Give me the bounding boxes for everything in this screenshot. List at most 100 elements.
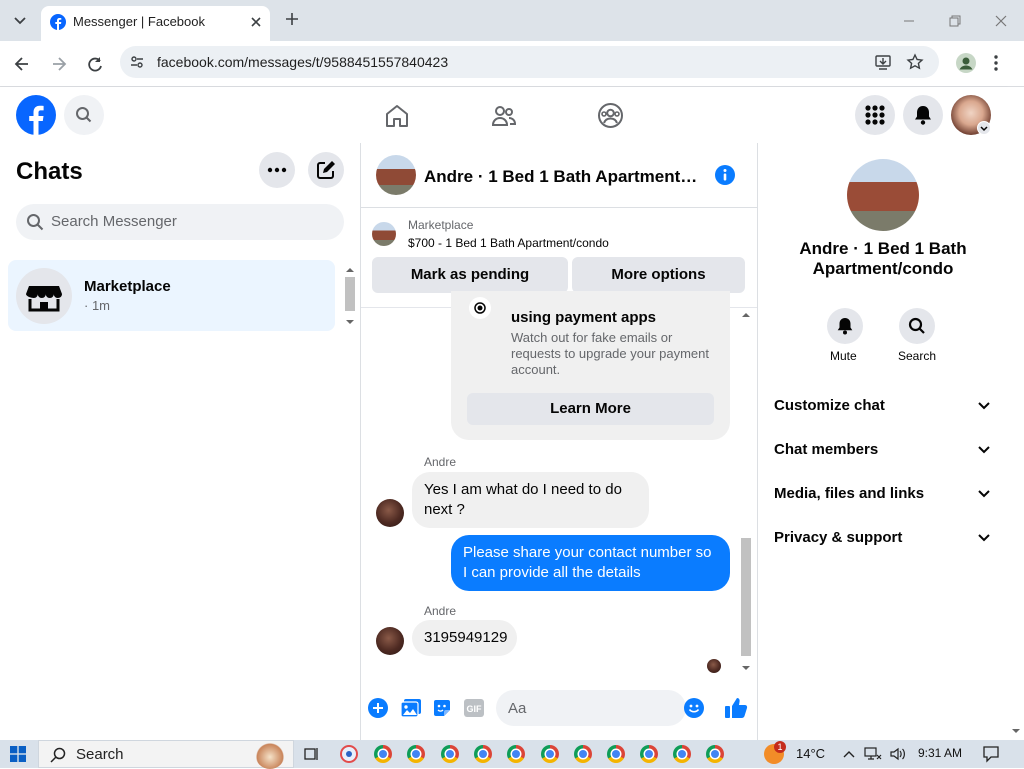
chat-list-item-marketplace[interactable]: Marketplace · 1m [8, 260, 335, 331]
thumbs-up-icon[interactable] [724, 697, 748, 719]
media-files-links-section[interactable]: Media, files and links [774, 485, 924, 502]
chrome-taskbar-icon[interactable] [407, 745, 425, 763]
chevron-down-icon[interactable] [977, 487, 991, 501]
windows-start-icon[interactable] [10, 746, 26, 762]
search-conversation-button[interactable] [899, 308, 935, 344]
groups-nav-icon[interactable] [597, 102, 624, 129]
search-label: Search [898, 349, 937, 363]
chevron-down-icon[interactable] [977, 443, 991, 457]
listing-thumbnail [372, 222, 396, 246]
install-app-icon[interactable] [874, 53, 892, 71]
marketplace-label: Marketplace [408, 218, 474, 232]
search-icon [76, 107, 92, 123]
conversation-name[interactable]: Andre · 1 Bed 1 Bath Apartment/condo [424, 167, 699, 187]
browser-tab[interactable]: Messenger | Facebook [41, 6, 270, 41]
customize-chat-section[interactable]: Customize chat [774, 397, 885, 414]
task-view-icon[interactable] [304, 746, 320, 762]
message-input-placeholder: Aa [508, 700, 527, 717]
close-tab-icon[interactable] [249, 15, 263, 29]
chrome-taskbar-icon[interactable] [441, 745, 459, 763]
attach-photo-icon[interactable] [400, 698, 422, 718]
bookmark-star-icon[interactable] [906, 53, 924, 71]
minimize-icon[interactable] [900, 12, 918, 30]
menu-button[interactable] [855, 95, 895, 135]
chrome-taskbar-icon[interactable] [673, 745, 691, 763]
message-input[interactable]: Aa [496, 690, 704, 726]
gif-icon[interactable]: GIF [464, 699, 484, 717]
back-icon[interactable] [12, 54, 32, 74]
chrome-taskbar-icon[interactable] [640, 745, 658, 763]
mute-button[interactable] [827, 308, 863, 344]
sender-avatar[interactable] [376, 627, 404, 655]
chrome-taskbar-icon[interactable] [574, 745, 592, 763]
more-dots-icon [267, 167, 287, 173]
browser-menu-icon[interactable] [993, 54, 999, 72]
account-chevron-icon[interactable] [977, 121, 991, 135]
listing-title[interactable]: $700 - 1 Bed 1 Bath Apartment/condo [408, 236, 609, 250]
new-message-button[interactable] [308, 152, 344, 188]
conversation-panel: Andre · 1 Bed 1 Bath Apartment/condo Mar… [361, 143, 757, 740]
message-bubble-incoming[interactable]: 3195949129 [412, 620, 517, 656]
forward-icon[interactable] [49, 54, 69, 74]
chevron-down-icon[interactable] [977, 531, 991, 545]
weather-temperature[interactable]: 14°C [796, 746, 825, 761]
new-tab-icon[interactable] [283, 10, 301, 28]
page-scrollbar[interactable] [1008, 87, 1024, 740]
safety-tip-card: using payment apps Watch out for fake em… [451, 291, 730, 440]
chrome-taskbar-icon[interactable] [541, 745, 559, 763]
chat-name: Marketplace [84, 278, 171, 295]
sender-avatar[interactable] [376, 499, 404, 527]
search-icon [908, 317, 925, 334]
listing-profile-photo[interactable] [847, 159, 919, 231]
windows-taskbar: Search 1 14°C 9:31 AM [0, 739, 1024, 769]
details-title: Andre · 1 Bed 1 Bath Apartment/condo [799, 239, 967, 278]
search-messenger-input[interactable]: Search Messenger [16, 204, 344, 240]
address-bar[interactable]: facebook.com/messages/t/9588451557840423 [120, 46, 939, 78]
reload-icon[interactable] [85, 54, 105, 74]
message-sender: Andre [424, 455, 457, 469]
message-bubble-outgoing[interactable]: Please share your contact number so I ca… [451, 535, 730, 591]
chat-members-section[interactable]: Chat members [774, 441, 878, 458]
chat-list-scrollbar[interactable] [343, 263, 357, 329]
site-info-icon[interactable] [129, 54, 145, 70]
profile-icon[interactable] [956, 53, 976, 73]
notifications-button[interactable] [903, 95, 943, 135]
taskbar-clock[interactable]: 9:31 AM [918, 746, 962, 760]
taskbar-app-icon[interactable] [340, 745, 358, 763]
show-hidden-icons-icon[interactable] [842, 747, 856, 761]
privacy-support-section[interactable]: Privacy & support [774, 529, 902, 546]
chevron-down-icon[interactable] [977, 399, 991, 413]
home-nav-icon[interactable] [384, 103, 410, 129]
volume-icon[interactable] [889, 746, 907, 762]
chrome-taskbar-icon[interactable] [474, 745, 492, 763]
notification-center-icon[interactable] [982, 745, 1000, 763]
tab-search-icon[interactable] [9, 9, 31, 31]
conversation-scrollbar[interactable] [739, 308, 753, 676]
chrome-taskbar-icon[interactable] [607, 745, 625, 763]
facebook-logo-icon[interactable] [16, 95, 56, 135]
taskbar-search-box[interactable]: Search [38, 739, 294, 769]
chat-options-button[interactable] [259, 152, 295, 188]
chats-panel: Chats Search Messenger Marketplace · 1m [0, 143, 361, 740]
chrome-taskbar-icon[interactable] [507, 745, 525, 763]
friends-nav-icon[interactable] [491, 103, 517, 129]
safety-tip-heading: using payment apps [511, 309, 657, 326]
search-placeholder: Search Messenger [51, 213, 177, 230]
message-bubble-incoming[interactable]: Yes I am what do I need to do next ? [412, 472, 649, 528]
fb-search-button[interactable] [64, 95, 104, 135]
close-window-icon[interactable] [992, 12, 1010, 30]
emoji-icon[interactable] [684, 698, 704, 718]
sticker-icon[interactable] [432, 698, 452, 718]
conversation-avatar[interactable] [376, 155, 416, 195]
conversation-header: Andre · 1 Bed 1 Bath Apartment/condo [361, 143, 757, 208]
restore-icon[interactable] [946, 12, 964, 30]
mark-as-pending-button[interactable]: Mark as pending [372, 257, 568, 293]
chrome-taskbar-icon[interactable] [706, 745, 724, 763]
learn-more-button[interactable]: Learn More [467, 393, 714, 425]
info-icon[interactable] [715, 165, 735, 185]
more-actions-icon[interactable] [368, 698, 388, 718]
more-options-button[interactable]: More options [572, 257, 745, 293]
search-highlight-icon [255, 739, 285, 769]
network-icon[interactable] [864, 746, 882, 762]
chrome-taskbar-icon[interactable] [374, 745, 392, 763]
